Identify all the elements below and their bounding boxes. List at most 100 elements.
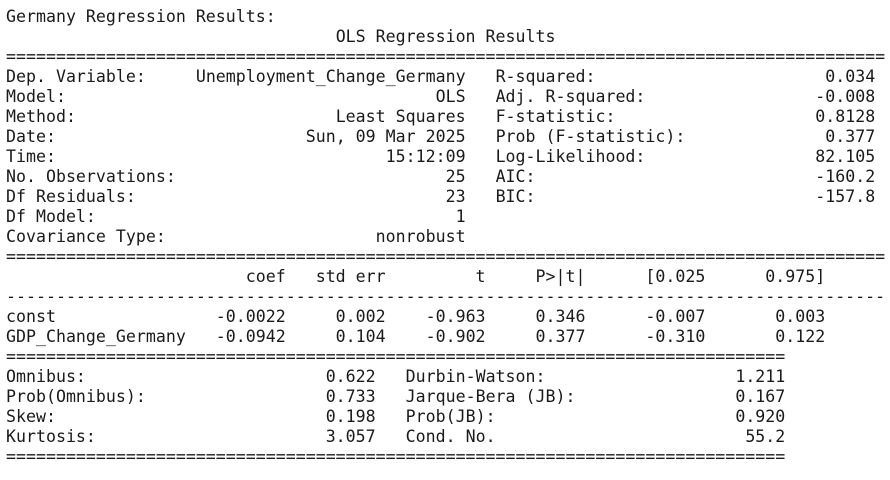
summary-left-label: Time: xyxy=(6,147,196,166)
table-title-pad xyxy=(6,27,336,46)
diag-left-label: Kurtosis: xyxy=(6,427,206,446)
summary-row: Date: Sun, 09 Mar 2025 Prob (F-statistic… xyxy=(6,127,875,146)
summary-left-value: 1 xyxy=(195,207,466,226)
coef-cell: 0.377 xyxy=(485,327,586,346)
summary-left-value: OLS xyxy=(195,87,466,106)
summary-row: Dep. Variable: Unemployment_Change_Germa… xyxy=(6,67,875,86)
summary-right-label: Log-Likelihood: xyxy=(495,147,696,166)
summary-right-label: Adj. R-squared: xyxy=(495,87,696,106)
rule-double-mid: ========================================… xyxy=(6,247,886,266)
summary-row: Time: 15:12:09 Log-Likelihood: 82.105 xyxy=(6,147,875,166)
summary-left-label: No. Observations: xyxy=(6,167,196,186)
coef-column-header: t xyxy=(385,267,486,286)
rule-single: ----------------------------------------… xyxy=(6,287,886,306)
coef-cell: -0.0942 xyxy=(185,327,286,346)
diagnostics-row: Omnibus: 0.622 Durbin-Watson: 1.211 xyxy=(6,367,785,386)
summary-row: Model: OLS Adj. R-squared: -0.008 xyxy=(6,87,875,106)
summary-row: No. Observations: 25 AIC: -160.2 xyxy=(6,167,875,186)
diag-left-value: 0.198 xyxy=(205,407,376,426)
coef-row-name: GDP_Change_Germany xyxy=(6,327,186,346)
summary-right-label: BIC: xyxy=(495,187,696,206)
coef-cell: 0.003 xyxy=(705,307,826,326)
diagnostics-row: Kurtosis: 3.057 Cond. No. 55.2 xyxy=(6,427,785,446)
diag-right-value: 1.211 xyxy=(605,367,786,386)
coef-cell: -0.007 xyxy=(585,307,706,326)
summary-right-value: 0.034 xyxy=(695,67,876,86)
diag-right-label: Durbin-Watson: xyxy=(405,367,606,386)
summary-right-value: -160.2 xyxy=(695,167,876,186)
diag-right-value: 0.167 xyxy=(605,387,786,406)
diag-right-value: 0.920 xyxy=(605,407,786,426)
coef-column-header: std err xyxy=(285,267,386,286)
summary-block: Dep. Variable: Unemployment_Change_Germa… xyxy=(6,67,875,246)
summary-left-label: Df Model: xyxy=(6,207,196,226)
summary-right-value: -157.8 xyxy=(695,187,876,206)
summary-right-label: Prob (F-statistic): xyxy=(495,127,696,146)
coef-column-header: [0.025 xyxy=(585,267,706,286)
rule-double-top: ========================================… xyxy=(6,47,886,66)
summary-left-label: Method: xyxy=(6,107,196,126)
summary-left-label: Dep. Variable: xyxy=(6,67,196,86)
summary-left-label: Date: xyxy=(6,127,196,146)
summary-left-value: 15:12:09 xyxy=(195,147,466,166)
summary-left-value: Sun, 09 Mar 2025 xyxy=(195,127,466,146)
coef-cell: -0.310 xyxy=(585,327,706,346)
table-title: OLS Regression Results xyxy=(335,27,556,46)
summary-row: Df Model: 1 xyxy=(6,207,466,226)
coef-cell: 0.104 xyxy=(285,327,386,346)
summary-right-value: 0.8128 xyxy=(695,107,876,126)
coef-cell: 0.346 xyxy=(485,307,586,326)
summary-left-value: nonrobust xyxy=(195,227,466,246)
summary-left-value: 23 xyxy=(195,187,466,206)
coef-cell: -0.902 xyxy=(385,327,486,346)
summary-row: Df Residuals: 23 BIC: -157.8 xyxy=(6,187,875,206)
summary-left-value: Unemployment_Change_Germany xyxy=(195,67,466,86)
diag-left-value: 3.057 xyxy=(205,427,376,446)
summary-right-value: 82.105 xyxy=(695,147,876,166)
coef-cell: 0.122 xyxy=(705,327,826,346)
diag-left-value: 0.733 xyxy=(205,387,376,406)
summary-row: Covariance Type: nonrobust xyxy=(6,227,466,246)
coef-cell: -0.963 xyxy=(385,307,486,326)
rule-double-diag-top: ========================================… xyxy=(6,347,786,366)
diag-left-label: Omnibus: xyxy=(6,367,206,386)
coef-cell: -0.0022 xyxy=(185,307,286,326)
diag-left-label: Skew: xyxy=(6,407,206,426)
summary-left-label: Model: xyxy=(6,87,196,106)
coef-column-header: P>|t| xyxy=(485,267,586,286)
diag-right-label: Cond. No. xyxy=(405,427,606,446)
regression-output: Germany Regression Results: OLS Regressi… xyxy=(6,7,885,467)
rule-double-bottom: ========================================… xyxy=(6,447,786,466)
table-row: const -0.0022 0.002 -0.963 0.346 -0.007 … xyxy=(6,307,825,326)
summary-left-label: Df Residuals: xyxy=(6,187,196,206)
diag-right-label: Prob(JB): xyxy=(405,407,606,426)
diag-right-label: Jarque-Bera (JB): xyxy=(405,387,606,406)
coef-cell: 0.002 xyxy=(285,307,386,326)
summary-row: Method: Least Squares F-statistic: 0.812… xyxy=(6,107,875,126)
summary-left-label: Covariance Type: xyxy=(6,227,196,246)
coef-rows: const -0.0022 0.002 -0.963 0.346 -0.007 … xyxy=(6,307,825,346)
coef-header-line: coef std err t P>|t| [0.025 0.975] xyxy=(6,267,825,286)
table-title-line: OLS Regression Results xyxy=(6,27,556,46)
summary-right-value: 0.377 xyxy=(695,127,876,146)
diag-left-label: Prob(Omnibus): xyxy=(6,387,206,406)
coef-column-header: 0.975] xyxy=(705,267,826,286)
summary-right-value: -0.008 xyxy=(695,87,876,106)
summary-left-value: Least Squares xyxy=(195,107,466,126)
summary-right-label: AIC: xyxy=(495,167,696,186)
diagnostics-block: Omnibus: 0.622 Durbin-Watson: 1.211 Prob… xyxy=(6,367,785,446)
diagnostics-row: Prob(Omnibus): 0.733 Jarque-Bera (JB): 0… xyxy=(6,387,785,406)
diag-left-value: 0.622 xyxy=(205,367,376,386)
